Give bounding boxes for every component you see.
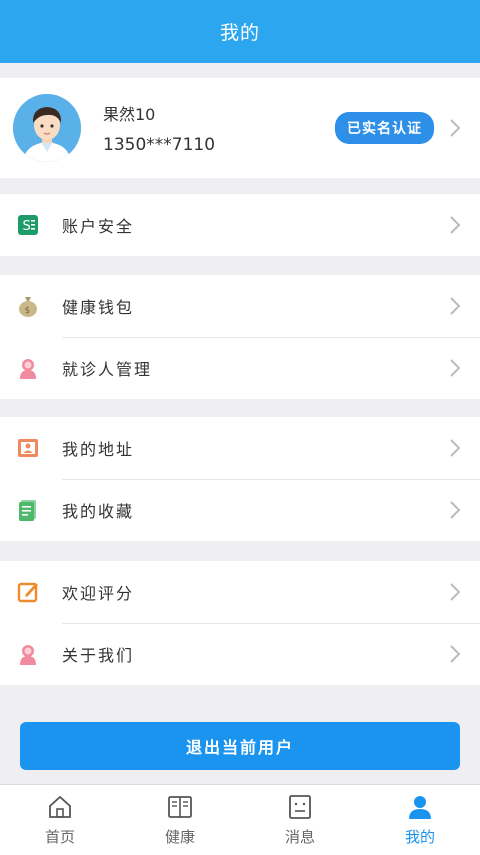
about-us-icon [20,645,36,665]
menu-group-about: 欢迎评分 关于我们 [0,561,480,685]
tab-messages[interactable]: 消息 [240,785,360,855]
tab-label: 健康 [164,827,195,846]
menu-group-address: 我的地址 我的收藏 [0,417,480,541]
profile-card[interactable]: 果然10 1350***7110 已实名认证 [0,78,480,178]
home-icon [49,795,71,818]
menu-item-my-favorites[interactable]: 我的收藏 [0,479,480,541]
patient-icon [20,359,36,379]
money-bag-icon: $ [19,297,37,317]
profile-phone: 1350***7110 [103,135,216,155]
verified-badge: 已实名认证 [335,112,434,144]
tab-health[interactable]: 健康 [120,785,240,855]
chevron-right-icon [450,119,461,137]
svg-text:S: S [23,219,31,234]
page-title: 我的 [219,22,260,44]
user-icon [409,795,431,819]
menu-item-patient-management[interactable]: 就诊人管理 [0,337,480,399]
tab-label: 消息 [284,827,315,846]
menu-item-label: 关于我们 [62,646,135,665]
logout-button[interactable]: 退出当前用户 [20,722,460,770]
menu-item-my-address[interactable]: 我的地址 [0,417,480,479]
tab-mine[interactable]: 我的 [360,785,480,855]
menu-item-health-wallet[interactable]: $ 健康钱包 [0,275,480,337]
chevron-right-icon [450,645,461,663]
avatar [13,94,81,162]
chevron-right-icon [450,216,461,234]
menu-item-label: 健康钱包 [62,298,135,317]
svg-text:$: $ [25,306,31,316]
menu-group-security: S 账户安全 [0,194,480,256]
chevron-right-icon [450,439,461,457]
chevron-right-icon [450,501,461,519]
bottom-tab-bar: 首页 健康 消息 我的 [0,784,480,855]
menu-item-label: 我的地址 [62,440,135,459]
menu-item-about-us[interactable]: 关于我们 [0,623,480,685]
address-card-icon [18,439,38,457]
menu-item-rate-us[interactable]: 欢迎评分 [0,561,480,623]
logout-label: 退出当前用户 [185,738,294,757]
menu-item-label: 我的收藏 [62,502,135,521]
tab-home[interactable]: 首页 [0,785,120,855]
menu-item-account-security[interactable]: S 账户安全 [0,194,480,256]
user-avatar-icon [13,94,81,162]
tab-label: 首页 [44,827,75,846]
menu-item-label: 欢迎评分 [62,584,135,603]
profile-name: 果然10 [103,105,156,124]
chevron-right-icon [450,359,461,377]
message-icon [289,794,311,819]
chevron-right-icon [450,297,461,315]
book-icon [168,795,192,818]
chevron-right-icon [450,583,461,601]
menu-item-label: 就诊人管理 [62,360,153,379]
menu-group-wallet: $ 健康钱包 就诊人管理 [0,275,480,399]
menu-item-label: 账户安全 [62,217,135,236]
tab-label: 我的 [404,827,435,846]
favorites-icon [19,500,36,521]
account-security-icon: S [18,215,38,235]
edit-rating-icon [17,582,38,603]
page-header: 我的 [0,0,480,63]
